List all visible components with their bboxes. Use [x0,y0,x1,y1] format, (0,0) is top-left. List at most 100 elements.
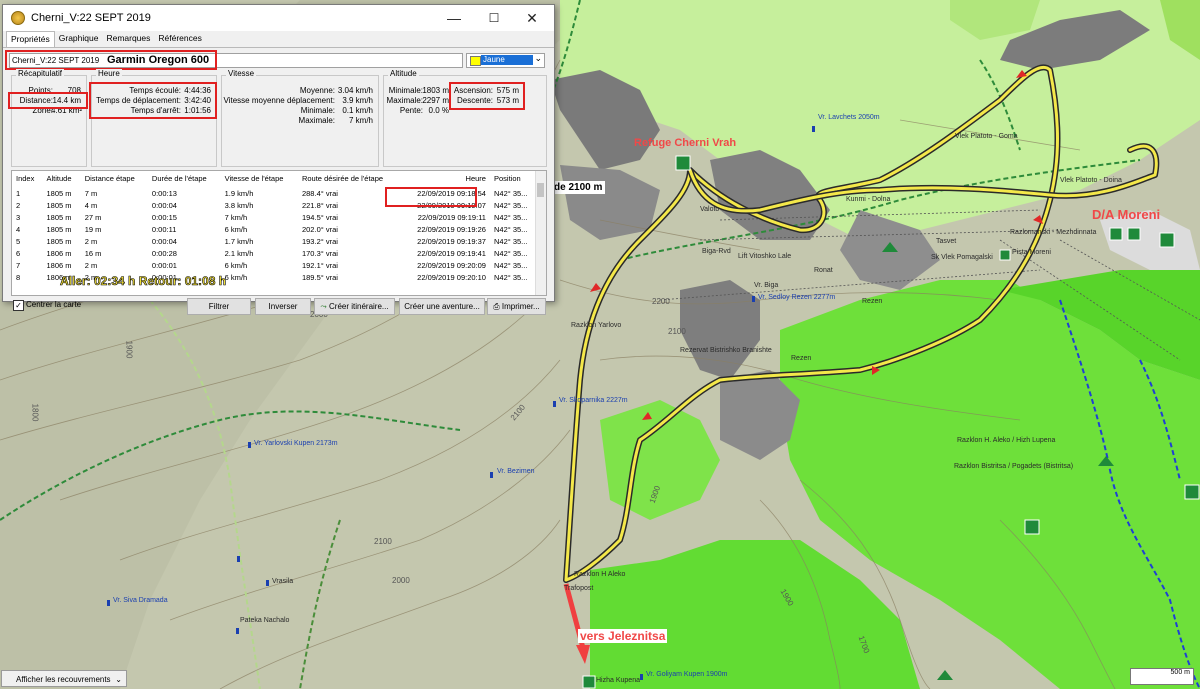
speed-max-value: 7 km/h [348,116,373,125]
title-bar[interactable]: Cherni_V:22 SEPT 2019 — ☐ ✕ [3,5,554,31]
table-cell: 22/09/2019 09:20:10 [417,272,486,282]
table-row[interactable]: 5 1805 m 2 m 0:00:04 1.7 km/h 193.2° vrai 22/0… [12,235,538,247]
highlight-start-time [385,187,477,207]
table-cell: 0:00:04 [151,200,177,210]
speed-avg-label: Moyenne: [299,86,335,95]
filter-button[interactable]: Filtrer [187,298,251,315]
col-header[interactable]: Distance étape [81,171,148,187]
tab-references[interactable]: Références [154,31,205,47]
poi-label: Vr. Biga [754,282,779,289]
col-header[interactable]: Durée de l'étape [148,171,221,187]
table-cell: 193.2° vrai [301,236,338,246]
poi-label: Rezen [862,298,883,305]
overlay-dropdown[interactable]: Afficher les recouvrements ⌄ [1,670,127,687]
table-row[interactable]: 4 1805 m 19 m 0:00:11 6 km/h 202.0° vrai 22/09… [12,223,538,235]
table-cell: 0:00:04 [151,236,177,246]
col-header[interactable]: Vitesse de l'étape [221,171,298,187]
tab-proprietes[interactable]: Propriétés [6,31,55,47]
poi-label: Vrasila [272,578,294,585]
table-cell: 1805 m [46,212,72,222]
col-header[interactable]: Route désirée de l'étape [298,171,401,187]
table-cell: 1.7 km/h [224,236,254,246]
create-route-button[interactable]: ⤳ Créer itinéraire... [314,298,395,315]
label-moreni: D/A Moreni [1092,207,1161,222]
col-header[interactable]: Heure [401,171,490,187]
slope-value: 0.0 % [428,106,449,115]
table-row[interactable]: 6 1806 m 16 m 0:00:28 2.1 km/h 170.3° vrai 22/… [12,247,538,259]
filter-button-label: Filtrer [208,302,230,311]
poi-label: Hizha Kupena [596,677,640,684]
table-cell: 0:00:28 [151,248,177,258]
table-row[interactable]: 7 1806 m 2 m 0:00:01 6 km/h 192.1° vrai 22/09/… [12,259,538,271]
table-cell: N42° 35... [493,248,528,258]
poi-label: Razklon H. Aleko / Hizh Lupena [957,437,1056,444]
col-header[interactable]: Altitude [43,171,81,187]
table-cell: 1805 m [46,188,72,198]
invert-button[interactable]: Inverser [255,298,311,315]
invert-button-label: Inverser [268,302,298,311]
poi-label: Vlek Platoto - Goma [955,133,1018,140]
table-cell: 3.8 km/h [224,200,254,210]
table-scrollbar[interactable] [535,171,546,295]
poi-label: Lift Vitoshko Lale [738,253,792,260]
altitude-label: Altitude [388,69,419,78]
create-route-label: Créer itinéraire... [329,302,389,311]
slope-label: Pente: [399,106,423,115]
speed-moving-avg-value: 3.9 km/h [342,96,373,105]
table-cell: 6 km/h [224,260,248,270]
label-vers-jeleznitsa: vers Jeleznitsa [578,629,668,643]
table-cell: 6 km/h [224,272,248,282]
minimize-button[interactable]: — [436,5,472,31]
print-button[interactable]: ⎙ Imprimer... [487,298,546,315]
poi-label: Valoto [700,206,720,213]
highlight-elevation [449,82,525,110]
color-swatch [470,56,481,66]
table-cell: 7 km/h [224,212,248,222]
col-header[interactable]: Index [12,171,43,187]
table-cell: 0:00:11 [151,224,177,234]
poi-label: Vlek Platoto - Doina [1060,177,1122,184]
elevation-label: 2200 [652,297,670,306]
col-header[interactable]: Position [490,171,538,187]
poi-label: Biga-Rvd [702,248,731,255]
peak-label: Vr. Goliyam Kupen 1900m [646,671,728,678]
chevron-down-icon: ⌄ [115,675,122,684]
properties-panel: Cherni_V:22 SEPT 2019 Garmin Oregon 600 … [3,48,554,315]
window-title: Cherni_V:22 SEPT 2019 [31,12,151,24]
create-adventure-button[interactable]: Créer une aventure... [399,298,485,315]
table-cell: N42° 35... [493,260,528,270]
table-cell: 1806 m [46,260,72,270]
table-cell: 1805 m [46,236,72,246]
close-button[interactable]: ✕ [514,5,550,31]
table-cell: 2 m [84,236,98,246]
highlight-time [89,82,217,119]
peak-label: Vr. Siva Dramada [113,597,168,604]
table-cell: 16 m [84,248,102,258]
label-contour-2100: de 2100 m [551,181,606,194]
table-cell: N42° 35... [493,236,528,246]
scroll-thumb[interactable] [537,183,544,197]
tab-graphique[interactable]: Graphique [55,31,103,47]
poi-label: Pista Moreni [1012,249,1051,256]
center-map-checkbox[interactable]: ✓ [13,300,24,311]
table-cell: 22/09/2019 09:19:26 [417,224,486,234]
maximize-button[interactable]: ☐ [476,5,512,31]
table-cell: 8 [16,272,21,282]
table-cell: 19 m [84,224,102,234]
table-row[interactable]: 3 1805 m 27 m 0:00:15 7 km/h 194.5° vrai 22/09… [12,211,538,223]
chevron-down-icon: ⌄ [534,53,542,63]
table-cell: N42° 35... [493,212,528,222]
table-cell: 0:00:13 [151,188,177,198]
tab-remarques[interactable]: Remarques [102,31,154,47]
table-cell: 6 km/h [224,224,248,234]
app-icon [11,11,25,25]
overlay-dropdown-label: Afficher les recouvrements [16,675,111,684]
highlight-name [5,50,217,70]
table-cell: 0:00:01 [151,260,177,270]
minimize-icon: — [447,10,461,26]
table-cell: N42° 35... [493,200,528,210]
table-cell: N42° 35... [493,272,528,282]
elevation-label: 2100 [374,537,392,546]
color-select[interactable]: Jaune ⌄ [466,53,545,68]
table-cell: 170.3° vrai [301,248,338,258]
